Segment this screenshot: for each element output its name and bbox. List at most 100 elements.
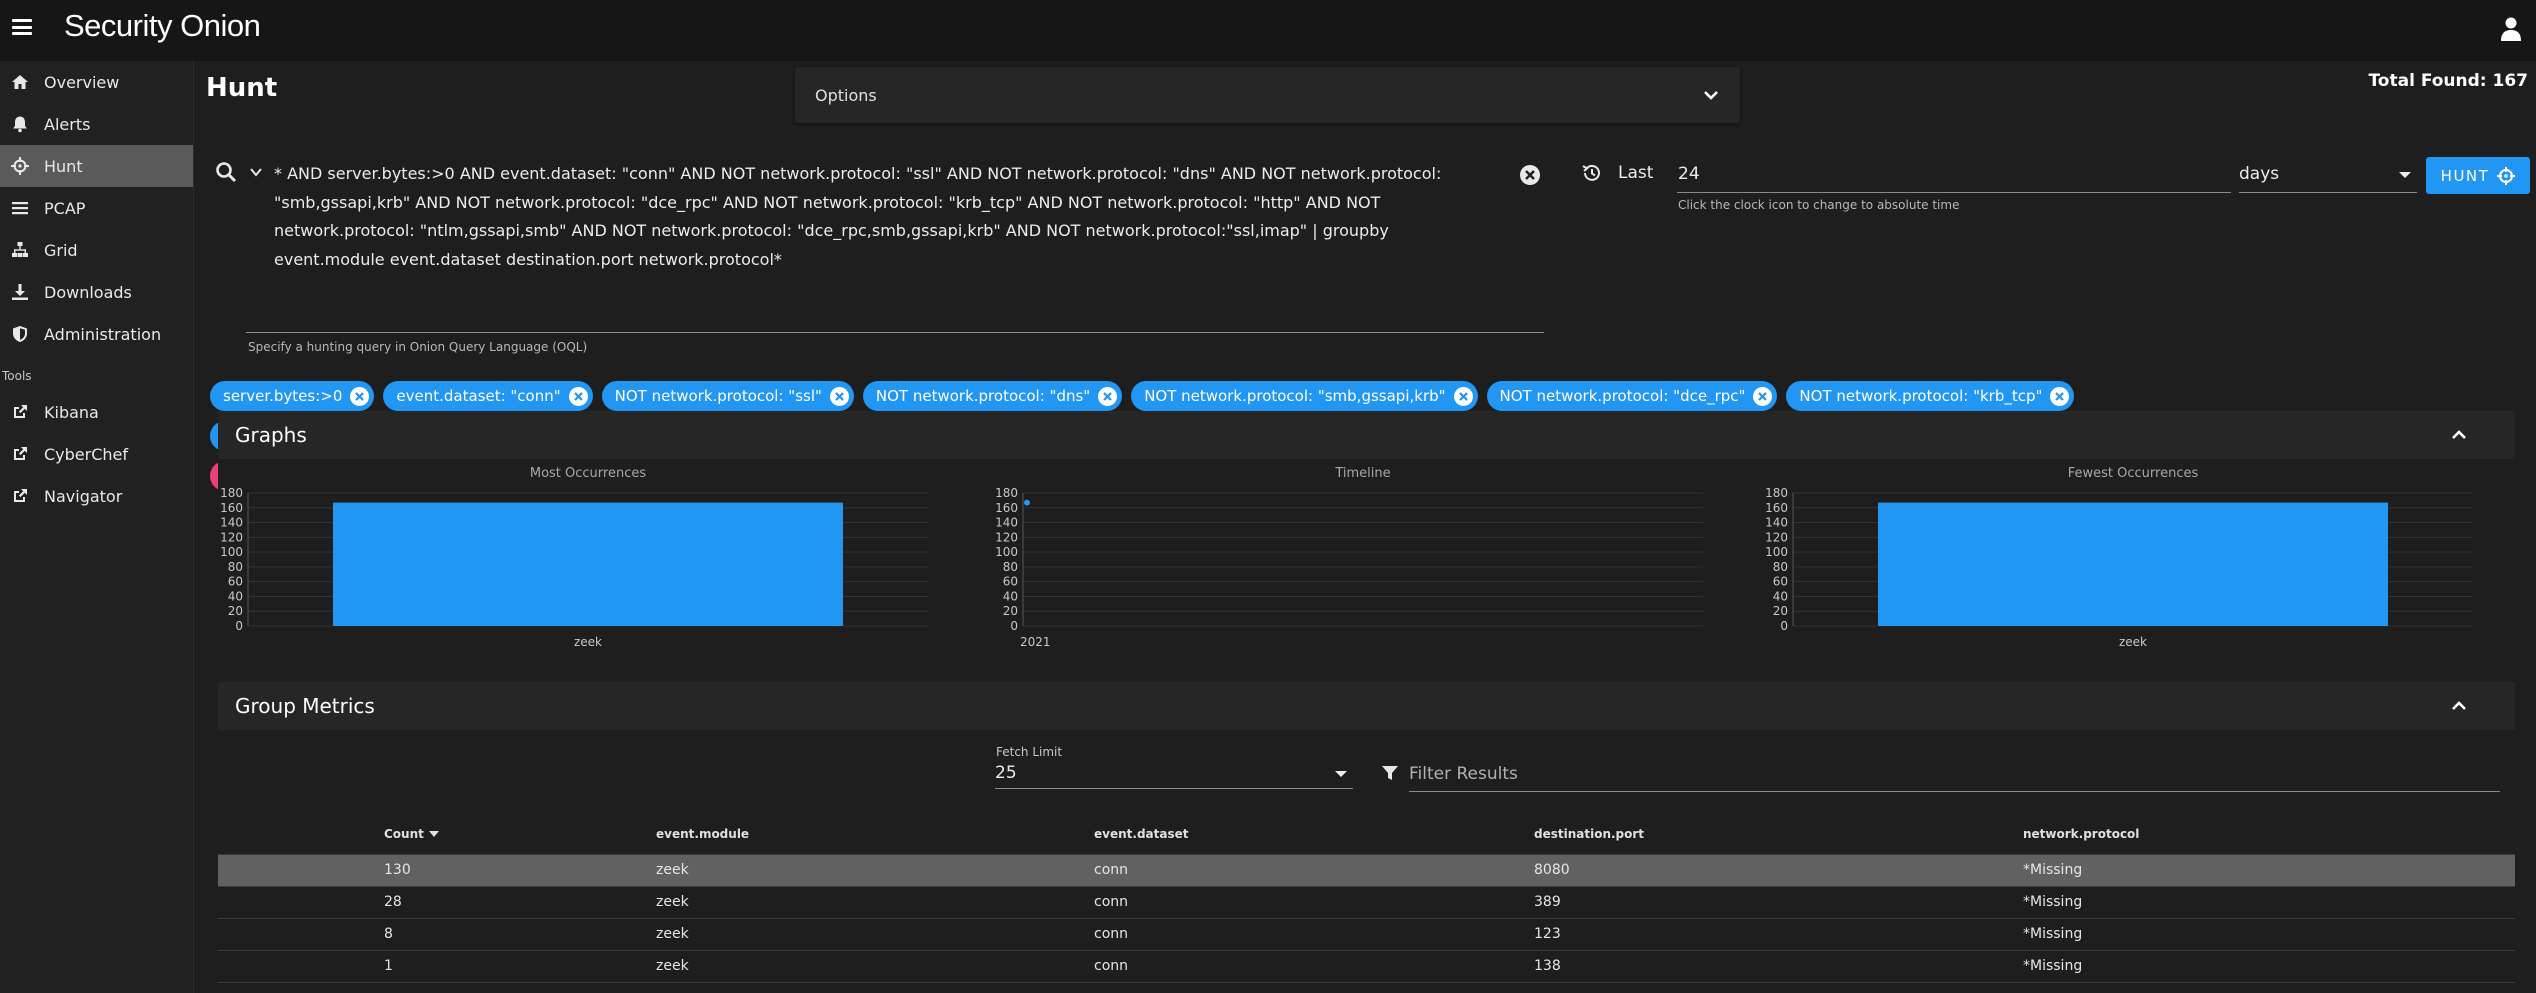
filter-chip[interactable]: NOT network.protocol: "dce_rpc" [1486, 381, 1778, 411]
table-cell[interactable]: conn [1094, 886, 1534, 919]
table-cell[interactable]: 123 [1534, 918, 2023, 951]
remove-chip-icon[interactable] [1098, 386, 1118, 406]
remove-chip-icon[interactable] [1453, 386, 1473, 406]
fetch-limit-value: 25 [995, 763, 1017, 783]
y-tick-label: 60 [228, 575, 243, 589]
chevron-down-icon [1704, 91, 1718, 100]
total-found: Total Found: 167 [2368, 71, 2528, 91]
time-hint: Click the clock icon to change to absolu… [1678, 198, 1960, 212]
nav-item-label: Downloads [44, 282, 132, 302]
table-cell[interactable]: conn [1094, 950, 1534, 983]
table-cell[interactable]: *Missing [2023, 918, 2515, 951]
y-tick-label: 0 [1780, 619, 1788, 633]
clear-query-icon[interactable] [1519, 164, 1541, 186]
filter-chip[interactable]: NOT network.protocol: "dns" [862, 381, 1123, 411]
x-tick-label: zeek [574, 635, 602, 649]
sidebar-item-pcap[interactable]: PCAP [0, 187, 193, 229]
table-cell[interactable]: *Missing [2023, 854, 2515, 887]
y-tick-label: 140 [995, 516, 1018, 530]
table-cell[interactable]: 138 [1534, 950, 2023, 983]
sidebar-tool-kibana[interactable]: Kibana [0, 391, 193, 433]
history-icon[interactable] [1581, 162, 1603, 184]
chip-label: NOT network.protocol: "ssl" [614, 387, 822, 405]
sidebar-item-downloads[interactable]: Downloads [0, 271, 193, 313]
query-input[interactable]: * AND server.bytes:>0 AND event.dataset:… [247, 156, 1545, 334]
filter-results-input[interactable] [1409, 757, 2500, 792]
options-panel[interactable]: Options [795, 67, 1740, 123]
y-tick-label: 180 [220, 486, 243, 500]
graph-fewest-occurrences: Fewest Occurrences 0 20 40 60 80 100 120 140 160… [1763, 463, 2503, 703]
time-unit-select[interactable]: days [2239, 156, 2417, 193]
remove-chip-icon[interactable] [1753, 386, 1773, 406]
table-row[interactable]: 1 zeek conn 138 *Missing [218, 950, 2515, 983]
group-metrics-header[interactable]: Group Metrics [218, 682, 2515, 730]
sidebar-tool-cyberchef[interactable]: CyberChef [0, 433, 193, 475]
chip-label: event.dataset: "conn" [396, 387, 561, 405]
filter-chip[interactable]: NOT network.protocol: "ssl" [601, 381, 854, 411]
user-icon[interactable] [2500, 16, 2522, 42]
remove-chip-icon[interactable] [829, 386, 849, 406]
table-cell[interactable]: zeek [656, 886, 1094, 919]
query-text[interactable]: * AND server.bytes:>0 AND event.dataset:… [274, 160, 1504, 274]
external-link-icon [10, 402, 30, 422]
fewest-occurrences-chart: 020406080100120140160180 zeek [1765, 486, 2473, 649]
x-tick-label: zeek [2119, 635, 2147, 649]
app-logo[interactable]: Security Onion [64, 8, 261, 44]
y-tick-label: 0 [1010, 619, 1018, 633]
table-cell[interactable]: zeek [656, 950, 1094, 983]
column-header-count[interactable]: Count [218, 814, 656, 855]
sidebar-item-overview[interactable]: Overview [0, 61, 193, 103]
y-tick-label: 160 [220, 501, 243, 515]
timeline-chart: 020406080100120140160180 2021 [995, 486, 1703, 649]
table-cell[interactable]: *Missing [2023, 886, 2515, 919]
table-row[interactable]: 130 zeek conn 8080 *Missing [218, 854, 2515, 887]
graph-title: Timeline [1335, 466, 1391, 481]
remove-chip-icon[interactable] [568, 386, 588, 406]
column-header-network-protocol[interactable]: network.protocol [2023, 814, 2515, 855]
column-header-event-dataset[interactable]: event.dataset [1094, 814, 1534, 855]
filter-chip[interactable]: NOT network.protocol: "smb,gssapi,krb" [1131, 381, 1478, 411]
search-icon[interactable] [215, 161, 237, 183]
table-cell[interactable]: zeek [656, 918, 1094, 951]
menu-icon[interactable] [12, 17, 32, 37]
remove-chip-icon[interactable] [2050, 386, 2070, 406]
table-cell[interactable]: *Missing [2023, 950, 2515, 983]
table-cell[interactable]: conn [1094, 854, 1534, 887]
table-row[interactable]: 28 zeek conn 389 *Missing [218, 886, 2515, 919]
table-cell[interactable]: zeek [656, 854, 1094, 887]
tools-label: Tools [2, 369, 32, 383]
hunt-button[interactable]: HUNT [2426, 157, 2530, 194]
hunt-button-label: HUNT [2440, 166, 2490, 185]
filter-chip[interactable]: server.bytes:>0 [210, 381, 375, 411]
table-row[interactable]: 8 zeek conn 123 *Missing [218, 918, 2515, 951]
column-header-destination-port[interactable]: destination.port [1534, 814, 2023, 855]
last-label: Last [1618, 163, 1654, 183]
column-header-event-module[interactable]: event.module [656, 814, 1094, 855]
nav-item-label: CyberChef [44, 444, 129, 464]
y-tick-label: 120 [1765, 530, 1788, 544]
remove-chip-icon[interactable] [350, 386, 370, 406]
sidebar-item-administration[interactable]: Administration [0, 313, 193, 355]
filter-chip[interactable]: NOT network.protocol: "krb_tcp" [1786, 381, 2075, 411]
table-cell[interactable]: 8 [218, 918, 656, 951]
y-tick-label: 80 [1773, 560, 1788, 574]
fetch-limit-select[interactable]: 25 [995, 759, 1353, 789]
table-cell[interactable]: 28 [218, 886, 656, 919]
table-cell[interactable]: conn [1094, 918, 1534, 951]
crosshairs-icon [2497, 166, 2516, 185]
table-cell[interactable]: 130 [218, 854, 656, 887]
filter-chip[interactable]: event.dataset: "conn" [383, 381, 593, 411]
sidebar-item-alerts[interactable]: Alerts [0, 103, 193, 145]
sidebar-item-hunt[interactable]: Hunt [0, 145, 193, 187]
page-title: Hunt [206, 73, 278, 103]
graphs-header[interactable]: Graphs [218, 411, 2515, 459]
nav-item-label: Kibana [44, 402, 99, 422]
table-cell[interactable]: 389 [1534, 886, 2023, 919]
chip-label: NOT network.protocol: "smb,gssapi,krb" [1144, 387, 1446, 405]
table-cell[interactable]: 8080 [1534, 854, 2023, 887]
table-cell[interactable]: 1 [218, 950, 656, 983]
sidebar-item-grid[interactable]: Grid [0, 229, 193, 271]
sidebar-tool-navigator[interactable]: Navigator [0, 475, 193, 517]
relative-time-input[interactable] [1677, 156, 2231, 193]
y-tick-label: 40 [1773, 589, 1788, 603]
